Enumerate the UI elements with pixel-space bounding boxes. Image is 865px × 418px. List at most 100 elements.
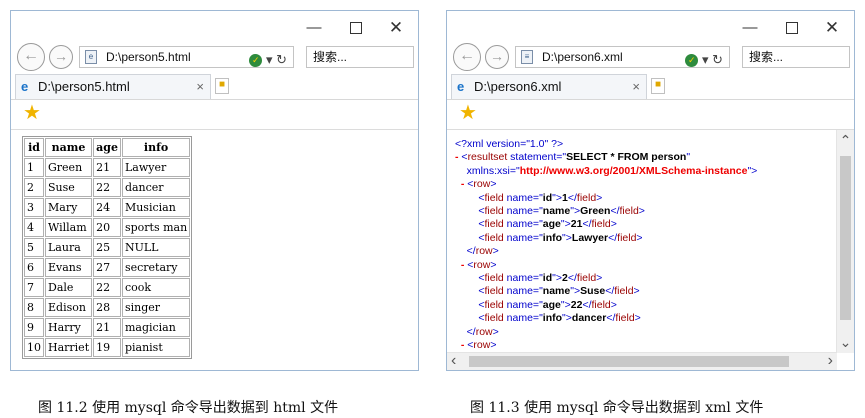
minimize-icon[interactable]: — [300,17,328,39]
scroll-thumb[interactable] [469,356,789,367]
horizontal-scrollbar[interactable]: ‹ › [447,352,837,370]
table-row: 1 Green 21 Lawyer [24,158,191,177]
page-icon: e [85,50,97,64]
close-icon[interactable]: ✕ [818,17,846,39]
address-text: D:\person6.xml [542,50,623,64]
page-content: <?xml version="1.0" ?> - <resultset state… [447,130,854,370]
table-row: 5 Laura 25 NULL [24,238,191,257]
xml-token: field [484,218,504,231]
xml-token: </ [582,218,592,231]
refresh-icon[interactable]: ↻ [712,52,723,67]
maximize-icon[interactable] [342,17,370,39]
xml-line: <field name="info">dancer</field> [455,312,757,325]
table-cell: 22 [93,278,121,297]
favorites-star-icon[interactable]: ★ [459,102,477,124]
back-icon[interactable]: ← [17,43,45,71]
close-icon[interactable]: ✕ [382,17,410,39]
search-placeholder: 搜索... [313,50,348,64]
compat-icon[interactable]: ✓ [249,54,263,68]
browser-window-xml: — ✕ ← → ≡ D:\person6.xml ✓ ▾ ↻ 搜索... e D… [446,10,855,371]
table-cell: 24 [93,198,121,217]
scroll-up-icon[interactable]: ⌃ [837,132,854,149]
forward-icon[interactable]: → [485,45,509,69]
page-icon: ≡ [521,50,533,64]
xml-token: name=" [503,285,543,298]
table-cell: Willam [45,218,93,237]
maximize-icon[interactable] [778,17,806,39]
table-cell: singer [121,298,191,317]
xml-token: dancer [571,312,607,325]
xml-token: - [455,258,468,271]
column-header-age: age [93,138,121,157]
xml-token: </ [567,272,577,285]
xml-token: xmlns:xsi=" [455,164,520,177]
dropdown-icon[interactable]: ▾ [702,52,709,67]
table-cell: 8 [24,298,44,317]
dropdown-icon[interactable]: ▾ [266,52,273,67]
table-cell: 4 [24,218,44,237]
tab-active[interactable]: e D:\person6.xml × [451,74,647,99]
forward-icon[interactable]: → [49,45,73,69]
search-input[interactable]: 搜索... [306,46,414,68]
table-row: 3 Mary 24 Musician [24,198,191,217]
xml-token: < [455,191,485,204]
address-bar[interactable]: e D:\person5.html ✓ ▾ ↻ [79,46,294,68]
xml-token: > [492,325,499,338]
xml-token: field [614,285,634,298]
tab-close-icon[interactable]: × [632,75,640,98]
table-cell: cook [121,278,191,297]
xml-token: </ [567,191,577,204]
table-cell: Lawyer [121,158,191,177]
table-cell: Laura [45,238,93,257]
xml-token: field [576,272,597,285]
xml-token: 22 [570,298,583,311]
xml-token: < [455,285,485,298]
xml-token: info [542,231,563,244]
scroll-left-icon[interactable]: ‹ [451,352,456,370]
new-tab-icon[interactable]: ■ [215,78,229,94]
xml-token: id [542,272,553,285]
scroll-thumb[interactable] [840,156,851,320]
scroll-down-icon[interactable]: ⌄ [837,334,854,351]
page-content: id name age info 1 Green 21 Lawyer 2 Suse 22 dance… [11,130,418,370]
xml-token: "> [562,312,572,325]
refresh-icon[interactable]: ↻ [276,52,287,67]
column-header-name: name [45,138,93,157]
xml-token: "> [570,285,581,298]
xml-token: row [473,258,491,271]
xml-line: - <resultset statement="SELECT * FROM pe… [455,151,757,164]
address-bar[interactable]: ≡ D:\person6.xml ✓ ▾ ↻ [515,46,730,68]
tab-close-icon[interactable]: × [196,75,204,98]
table-cell: 2 [24,178,44,197]
xml-token: row [473,178,491,191]
search-placeholder: 搜索... [749,50,784,64]
new-tab-icon[interactable]: ■ [651,78,665,94]
table-cell: 9 [24,318,44,337]
vertical-scrollbar[interactable]: ⌃ ⌄ [836,130,854,353]
tab-active[interactable]: e D:\person5.html × [15,74,211,99]
minimize-icon[interactable]: — [736,17,764,39]
compat-icon[interactable]: ✓ [685,54,699,68]
table-cell: Green [45,158,93,177]
navigation-bar: ← → e D:\person5.html ✓ ▾ ↻ 搜索... [11,43,418,73]
table-cell: Suse [45,178,93,197]
xml-token: name=" [503,218,543,231]
xml-token: field [484,272,504,285]
search-input[interactable]: 搜索... [742,46,850,68]
scroll-right-icon[interactable]: › [828,352,833,370]
table-row: 9 Harry 21 magician [24,318,191,337]
xml-token: > [633,285,640,298]
xml-token: > [596,191,603,204]
xml-token: </ [605,285,615,298]
table-cell: Harry [45,318,93,337]
xml-token: < [455,312,485,325]
xml-token: > [610,218,617,231]
favorites-star-icon[interactable]: ★ [23,102,41,124]
back-icon[interactable]: ← [453,43,481,71]
xml-line: <?xml version="1.0" ?> [455,138,757,151]
table-cell: 1 [24,158,44,177]
table-cell: dancer [121,178,191,197]
xml-token: "> [747,164,758,177]
table-cell: sports man [121,218,191,237]
xml-token: field [617,231,637,244]
